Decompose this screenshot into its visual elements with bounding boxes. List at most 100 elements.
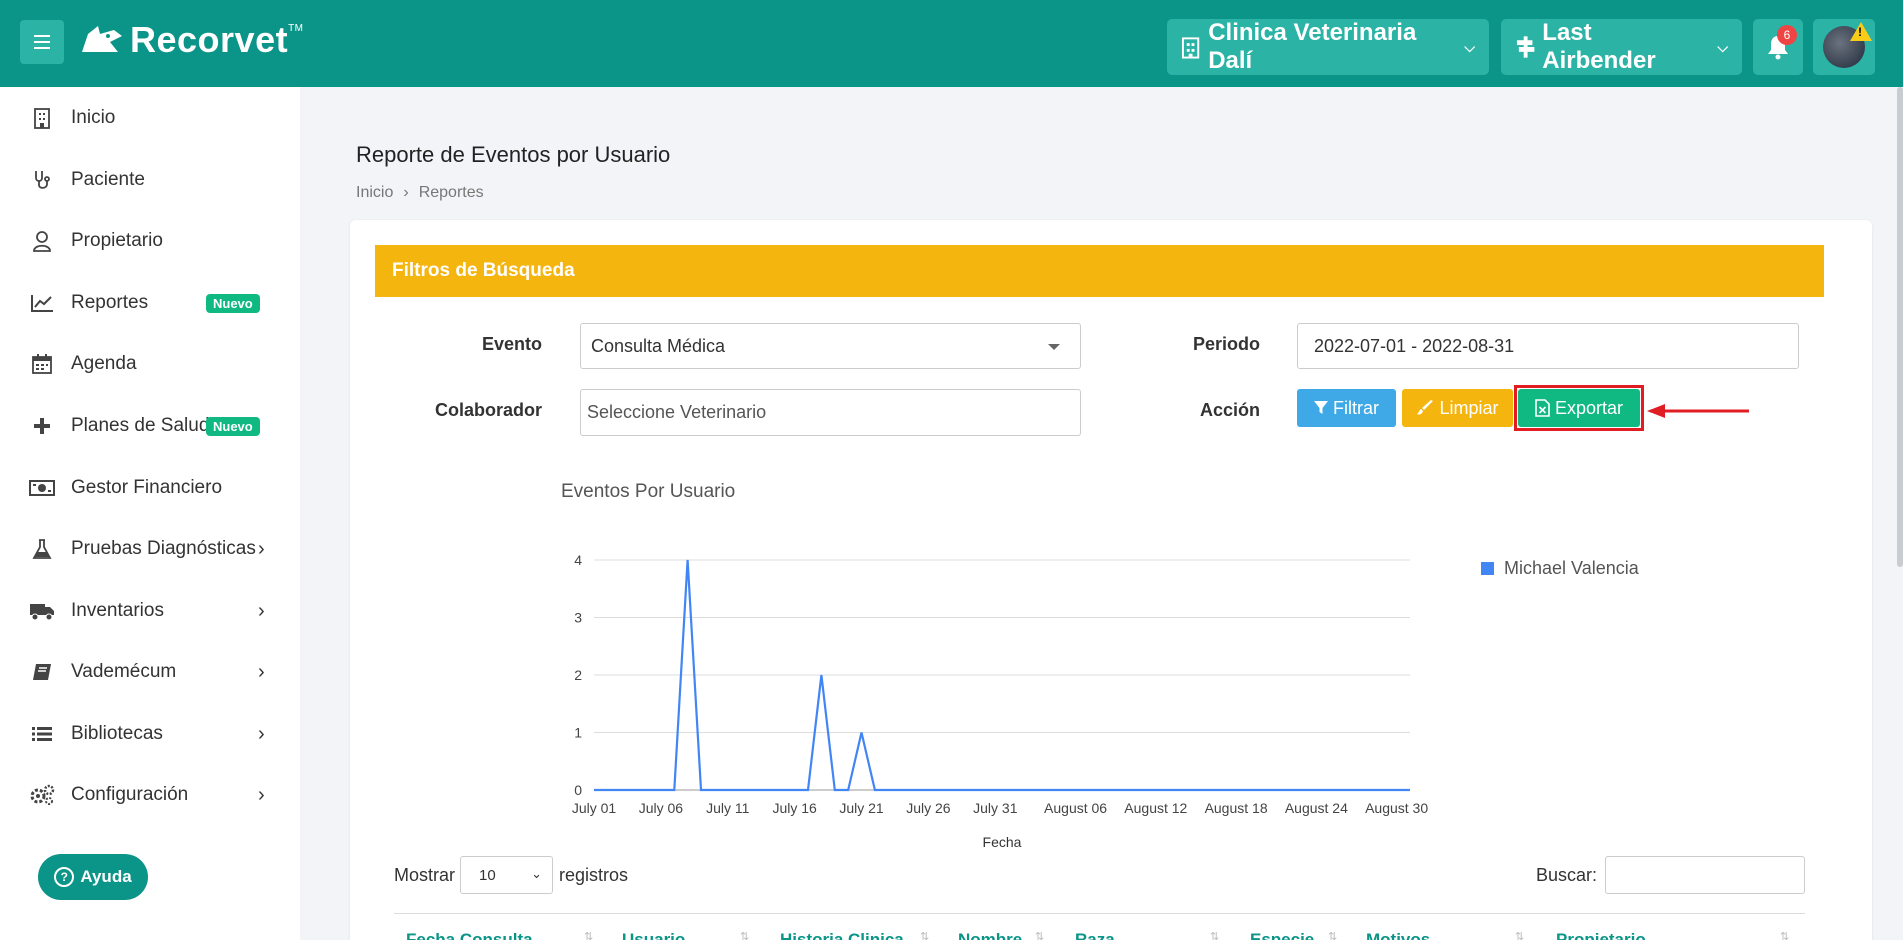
chevron-right-icon: › [258, 660, 265, 683]
sidebar-item-vademecum[interactable]: Vademécum › [0, 646, 300, 698]
sidebar-item-label: Configuración [71, 784, 189, 805]
filtrar-button[interactable]: Filtrar [1297, 389, 1396, 427]
x-tick-label: July 16 [772, 800, 817, 816]
sidebar-item-reportes[interactable]: Reportes Nuevo [0, 277, 300, 329]
evento-label: Evento [481, 334, 542, 354]
y-tick-label: 0 [574, 782, 582, 798]
colaborador-select[interactable]: Seleccione Veterinario [580, 389, 1081, 436]
sidebar-item-label: Bibliotecas [71, 723, 163, 744]
column-header-fecha-consulta[interactable]: Fecha Consulta [406, 930, 533, 940]
sidebar-item-label: Inventarios [71, 600, 164, 621]
help-label: Ayuda [80, 867, 132, 886]
question-circle-icon: ? [54, 867, 75, 887]
page-length-select[interactable]: 10 ⌄ [460, 856, 553, 894]
breadcrumb-reportes: Reportes [418, 184, 484, 201]
sidebar-item-configuracion[interactable]: Configuración › [0, 769, 300, 821]
breadcrumb-separator: › [403, 184, 409, 201]
evento-value: Consulta Médica [591, 335, 726, 356]
sidebar-item-label: Pruebas Diagnósticas [71, 538, 256, 559]
x-tick-label: August 18 [1205, 800, 1268, 816]
clinic-selector[interactable]: Clinica Veterinaria Dalí ⌵ [1167, 19, 1489, 75]
x-tick-label: July 11 [706, 800, 750, 816]
column-header-propietario[interactable]: Propietario [1556, 930, 1646, 940]
top-bar: Recorvet TM Clinica Veterinaria Dalí ⌵ La… [0, 0, 1903, 87]
sidebar-item-label: Agenda [71, 353, 137, 374]
column-header-nombre[interactable]: Nombre [958, 930, 1022, 940]
chevron-down-icon: ⌵ [1464, 38, 1475, 55]
breadcrumb-inicio[interactable]: Inicio [356, 184, 393, 202]
chevron-right-icon: › [258, 722, 265, 745]
periodo-input[interactable]: 2022-07-01 - 2022-08-31 [1297, 323, 1799, 369]
money-icon [28, 479, 56, 497]
chevron-down-icon: ⌵ [1717, 38, 1728, 55]
notifications-button[interactable]: 6 [1753, 19, 1803, 75]
chart-legend[interactable]: Michael Valencia [1481, 558, 1639, 579]
filters-header: Filtros de Búsqueda [375, 245, 1824, 297]
chevron-right-icon: › [258, 599, 265, 622]
chevron-right-icon: › [258, 783, 265, 806]
sidebar-item-pruebas-diagnosticas[interactable]: Pruebas Diagnósticas › [0, 523, 300, 575]
sort-icon: ⇅ [1328, 931, 1338, 940]
limpiar-button[interactable]: Limpiar [1402, 389, 1513, 427]
menu-toggle-button[interactable] [20, 20, 64, 64]
sort-icon: ⇅ [584, 931, 594, 940]
legend-label: Michael Valencia [1504, 558, 1639, 578]
sidebar-item-gestor-financiero[interactable]: Gestor Financiero [0, 462, 300, 514]
notification-count-badge: 6 [1777, 25, 1797, 45]
list-icon [28, 725, 56, 743]
calendar-icon [28, 353, 56, 375]
plus-icon [28, 417, 56, 435]
x-tick-label: August 06 [1044, 800, 1107, 816]
hospital-icon [1181, 37, 1200, 59]
user-selector[interactable]: Last Airbender ⌵ [1501, 19, 1742, 75]
search-input[interactable] [1605, 856, 1805, 894]
page-title: Reporte de Eventos por Usuario [356, 142, 671, 167]
page-scrollbar[interactable] [1897, 87, 1903, 567]
column-header-historia-clinica[interactable]: Historia Clinica [780, 930, 904, 940]
sidebar-item-agenda[interactable]: Agenda [0, 338, 300, 390]
x-axis-title: Fecha [983, 834, 1022, 850]
sidebar-item-inicio[interactable]: Inicio [0, 92, 300, 144]
column-header-usuario[interactable]: Usuario [622, 930, 685, 940]
evento-select[interactable]: Consulta Médica [580, 323, 1081, 369]
chart-title: Eventos Por Usuario [561, 481, 736, 502]
sidebar-item-propietario[interactable]: Propietario [0, 215, 300, 267]
trademark: TM [288, 22, 304, 34]
page-length-value: 10 [479, 866, 496, 884]
table-divider [394, 913, 1805, 914]
highlight-box [1514, 385, 1644, 431]
book-icon [28, 662, 56, 682]
new-badge: Nuevo [206, 416, 260, 436]
column-header-raza[interactable]: Raza [1075, 930, 1115, 940]
sort-icon: ⇅ [740, 931, 750, 940]
limpiar-label: Limpiar [1439, 397, 1499, 418]
user-icon [28, 230, 56, 252]
sidebar-item-planes-de-salud[interactable]: Planes de Salud Nuevo [0, 400, 300, 452]
sort-icon: ⇅ [1210, 931, 1220, 940]
sidebar-item-label: Propietario [71, 230, 163, 251]
breadcrumb: Inicio › Reportes [356, 184, 484, 202]
x-tick-label: July 06 [639, 800, 684, 816]
legend-swatch [1481, 562, 1494, 575]
column-header-especie[interactable]: Especie [1250, 930, 1314, 940]
warning-mark: ! [1858, 25, 1862, 39]
sort-icon: ⇅ [1780, 931, 1790, 940]
stethoscope-icon [28, 169, 56, 191]
colaborador-label: Colaborador [434, 400, 542, 420]
brush-icon [1417, 400, 1434, 415]
column-header-motivos[interactable]: Motivos [1366, 930, 1430, 940]
sidebar-item-paciente[interactable]: Paciente [0, 154, 300, 206]
periodo-value: 2022-07-01 - 2022-08-31 [1314, 335, 1515, 356]
x-tick-label: August 12 [1124, 800, 1187, 816]
sidebar-item-label: Planes de Salud [71, 415, 210, 436]
y-tick-label: 2 [574, 667, 582, 683]
sidebar-item-label: Gestor Financiero [71, 477, 223, 498]
y-tick-label: 4 [574, 552, 582, 568]
sidebar-item-bibliotecas[interactable]: Bibliotecas › [0, 708, 300, 760]
sidebar-item-inventarios[interactable]: Inventarios › [0, 585, 300, 637]
x-tick-label: August 24 [1285, 800, 1348, 816]
help-button[interactable]: ? Ayuda [38, 854, 148, 900]
events-line-chart: 0 1 2 3 4 July 01 July 06 July 11 July 16 July 21… [572, 552, 1429, 850]
brand-logo[interactable]: Recorvet TM [80, 18, 304, 62]
user-name: Last Airbender [1542, 19, 1656, 74]
